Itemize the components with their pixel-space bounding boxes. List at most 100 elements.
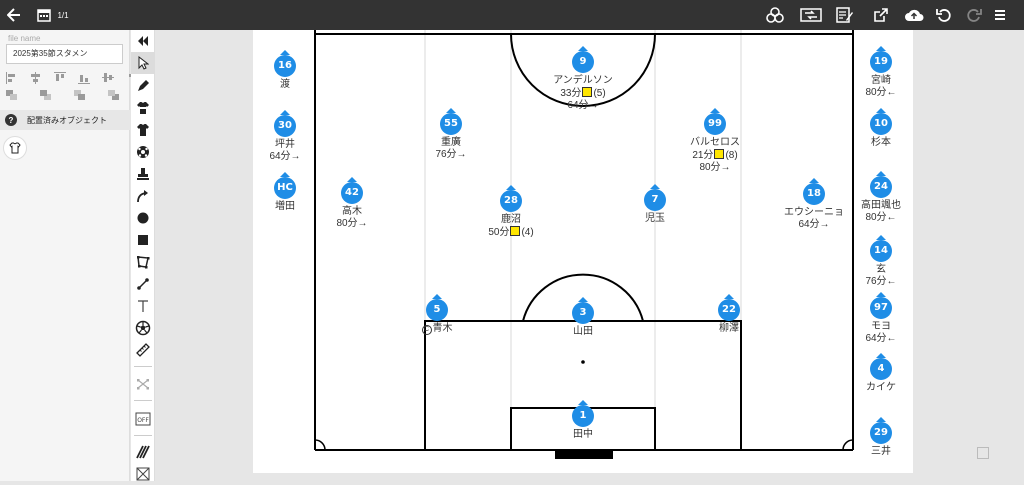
pitch-canvas[interactable]: 9 アンデルソン 33分 (5) 64分→ 55 重廣 76分→ 99 バルセロス 21分 (8) 80…: [253, 30, 913, 473]
player-marker[interactable]: 29 三井: [836, 417, 926, 458]
edit-note-icon[interactable]: [834, 0, 856, 30]
player-name-row: 三井: [836, 446, 926, 458]
layer-arrange-icon-4[interactable]: [108, 90, 128, 104]
player-marker[interactable]: 99 バルセロス 21分 (8) 80分→: [670, 108, 760, 174]
ball-tool-icon[interactable]: [131, 141, 155, 163]
player-event-line: 80分←: [836, 212, 926, 224]
redo-icon[interactable]: [964, 0, 984, 30]
pattern-tool-icon[interactable]: [131, 463, 155, 485]
player-marker[interactable]: 22 柳澤: [684, 294, 774, 335]
player-name: 重廣: [441, 137, 461, 148]
rectangle-tool-icon[interactable]: [131, 229, 155, 251]
substitution-icon[interactable]: [799, 0, 823, 30]
align-bottom-icon[interactable]: [78, 72, 98, 86]
pen-tool-icon[interactable]: [131, 75, 155, 97]
file-name-label: file name: [8, 34, 41, 43]
ruler-tool-icon[interactable]: [131, 339, 155, 361]
player-pin-icon[interactable]: 7: [644, 184, 666, 212]
player-pin-icon[interactable]: 5: [426, 294, 448, 322]
share-icon[interactable]: [870, 0, 892, 30]
player-marker[interactable]: 55 重廣 76分→: [406, 108, 496, 161]
menu-icon[interactable]: [992, 0, 1008, 30]
align-center-horizontal-icon[interactable]: [30, 72, 50, 86]
player-pin-icon[interactable]: 97: [870, 292, 892, 320]
collapse-icon[interactable]: [131, 30, 155, 52]
curve-arrow-tool-icon[interactable]: [131, 185, 155, 207]
layer-arrange-icon-3[interactable]: [74, 90, 94, 104]
player-name: モヨ: [871, 321, 891, 332]
file-name-input[interactable]: 2025第35節スタメン: [6, 44, 123, 64]
player-marker[interactable]: 16 渡: [240, 50, 330, 91]
player-marker[interactable]: 1 田中: [538, 400, 628, 441]
circles-icon[interactable]: [764, 0, 786, 30]
player-marker[interactable]: 30 坪井 64分→: [240, 110, 330, 163]
sidebar: file name 2025第35節スタメン ? 配置済みオブジェクト: [0, 30, 138, 481]
player-pin-icon[interactable]: 14: [870, 235, 892, 263]
player-pin-icon[interactable]: 18: [803, 178, 825, 206]
ball-outline-tool-icon[interactable]: [131, 317, 155, 339]
placed-objects-header[interactable]: ? 配置済みオブジェクト: [0, 110, 130, 130]
player-marker[interactable]: 3 山田: [538, 297, 628, 338]
player-pin-icon[interactable]: 10: [870, 108, 892, 136]
player-pin-icon[interactable]: 55: [440, 108, 462, 136]
text-tool-icon[interactable]: [131, 295, 155, 317]
player-pin-icon[interactable]: 9: [572, 46, 594, 74]
player-name-row: アンデルソン: [538, 75, 628, 87]
align-middle-vertical-icon[interactable]: [102, 72, 122, 86]
player-pin-icon[interactable]: 99: [704, 108, 726, 136]
player-pin-icon[interactable]: 3: [572, 297, 594, 325]
player-name-row: 鹿沼: [466, 214, 556, 226]
player-pin-icon[interactable]: 28: [500, 185, 522, 213]
player-pin-icon[interactable]: 16: [274, 50, 296, 78]
stamp-tool-icon[interactable]: [131, 163, 155, 185]
player-marker[interactable]: 4 カイケ: [836, 353, 926, 394]
back-arrow-icon[interactable]: [4, 0, 24, 30]
line-tool-icon[interactable]: [131, 273, 155, 295]
placed-object-shirt[interactable]: [3, 136, 27, 160]
undo-icon[interactable]: [934, 0, 954, 30]
player-pin-icon[interactable]: 42: [341, 177, 363, 205]
player-name-row: 宮崎: [836, 75, 926, 87]
toolbar-separator: [134, 366, 152, 367]
player-marker[interactable]: 28 鹿沼 50分 (4): [466, 185, 556, 239]
card-time: 33分: [560, 88, 582, 99]
polygon-tool-icon[interactable]: [131, 251, 155, 273]
player-pin-icon[interactable]: 19: [870, 46, 892, 74]
player-number: 18: [803, 183, 825, 205]
help-icon[interactable]: ?: [5, 114, 17, 126]
player-pin-icon[interactable]: 4: [870, 353, 892, 381]
player-marker[interactable]: 97 モヨ 64分←: [836, 292, 926, 345]
shirt-black-icon[interactable]: [131, 119, 155, 141]
calendar-icon[interactable]: [36, 0, 52, 30]
player-name: アンデルソン: [553, 75, 613, 86]
player-marker[interactable]: 9 アンデルソン 33分 (5) 64分→: [538, 46, 628, 112]
formation-tool-icon[interactable]: [131, 373, 155, 395]
player-marker[interactable]: 14 玄 76分←: [836, 235, 926, 288]
off-tool-icon[interactable]: OFF: [131, 408, 155, 430]
cloud-upload-icon[interactable]: [903, 0, 925, 30]
player-pin-icon[interactable]: 30: [274, 110, 296, 138]
player-marker[interactable]: 10 杉本: [836, 108, 926, 149]
player-marker[interactable]: 24 高田颯也 80分←: [836, 171, 926, 224]
circle-tool-icon[interactable]: [131, 207, 155, 229]
player-pin-icon[interactable]: HC: [274, 172, 296, 200]
layer-arrange-icon-2[interactable]: [40, 90, 60, 104]
player-pin-icon[interactable]: 22: [718, 294, 740, 322]
align-top-icon[interactable]: [54, 72, 74, 86]
shirt-dark-icon[interactable]: [131, 97, 155, 119]
player-event-line: 80分←: [836, 87, 926, 99]
player-pin-icon[interactable]: 1: [572, 400, 594, 428]
player-pin-icon[interactable]: 24: [870, 171, 892, 199]
select-tool-icon[interactable]: [131, 52, 155, 74]
align-left-icon[interactable]: [6, 72, 26, 86]
player-name-row: 増田: [240, 201, 330, 213]
player-number: 14: [870, 240, 892, 262]
fit-screen-icon[interactable]: [977, 447, 989, 459]
player-marker[interactable]: HC 増田: [240, 172, 330, 213]
player-marker[interactable]: 19 宮崎 80分←: [836, 46, 926, 99]
layer-arrange-icon-1[interactable]: [6, 90, 26, 104]
player-marker[interactable]: 7 児玉: [610, 184, 700, 225]
player-marker[interactable]: 5 C 青木: [392, 294, 482, 335]
stripes-tool-icon[interactable]: [131, 441, 155, 463]
player-pin-icon[interactable]: 29: [870, 417, 892, 445]
